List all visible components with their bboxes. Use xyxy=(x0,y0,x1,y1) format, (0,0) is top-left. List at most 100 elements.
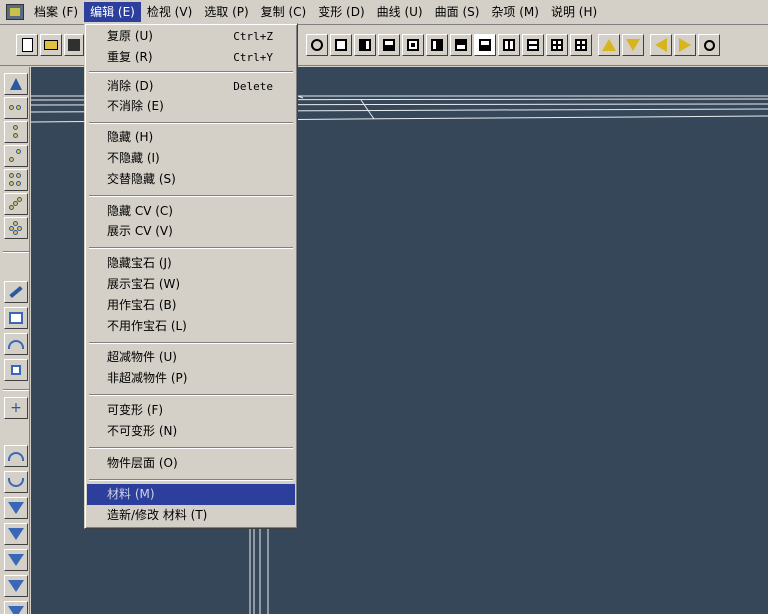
menu-separator xyxy=(89,447,293,449)
select-objects-icon[interactable] xyxy=(4,97,28,119)
menu-separator xyxy=(89,195,293,197)
menu-separator xyxy=(89,247,293,249)
select-arrow-icon[interactable] xyxy=(4,73,28,95)
menu-item-non-subtract-object[interactable]: 非超减物件 (P) xyxy=(87,368,295,389)
menu-view[interactable]: 检视 (V) xyxy=(141,2,198,22)
menu-item-material[interactable]: 材料 (M) xyxy=(87,484,295,505)
menu-item-label: 隐藏 CV (C) xyxy=(107,204,173,218)
menu-item-not-gem[interactable]: 不用作宝石 (L) xyxy=(87,316,295,337)
view-right-icon[interactable] xyxy=(426,34,448,56)
shortcut-text: Delete xyxy=(233,80,273,93)
menu-separator xyxy=(89,122,293,124)
menu-item-delete[interactable]: 消除 (D) Delete xyxy=(87,76,295,97)
menu-item-label: 非超减物件 (P) xyxy=(107,371,188,385)
save-icon[interactable] xyxy=(64,34,84,56)
select-cv-icon[interactable] xyxy=(4,145,28,167)
add-point-icon[interactable]: + xyxy=(4,397,28,419)
menu-item-label: 材料 (M) xyxy=(107,487,155,501)
view-quad-bold-icon[interactable] xyxy=(570,34,592,56)
menu-item-label: 物件层面 (O) xyxy=(107,456,178,470)
menu-item-label: 超减物件 (U) xyxy=(107,350,177,364)
menu-item-label: 重复 (R) xyxy=(107,50,153,64)
menu-item-toggle-hide[interactable]: 交替隐藏 (S) xyxy=(87,169,295,190)
arrow-left-icon[interactable] xyxy=(650,34,672,56)
toolbar-separator xyxy=(3,389,29,391)
menu-item-hide-cv[interactable]: 隐藏 CV (C) xyxy=(87,201,295,222)
select-points-icon[interactable] xyxy=(4,121,28,143)
menu-misc[interactable]: 杂项 (M) xyxy=(485,2,545,22)
pencil-icon[interactable] xyxy=(4,281,28,303)
menu-item-label: 不隐藏 (I) xyxy=(107,151,160,165)
menu-item-undo[interactable]: 复原 (U) Ctrl+Z xyxy=(87,26,295,47)
menu-item-hide-gems[interactable]: 隐藏宝石 (J) xyxy=(87,253,295,274)
menu-item-label: 可变形 (F) xyxy=(107,403,164,417)
triangle-outline-icon[interactable] xyxy=(4,497,28,519)
menu-item-hide[interactable]: 隐藏 (H) xyxy=(87,127,295,148)
menu-separator xyxy=(89,342,293,344)
menu-item-deformable[interactable]: 可变形 (F) xyxy=(87,400,295,421)
menu-item-label: 消除 (D) xyxy=(107,79,154,93)
menu-item-label: 展示 CV (V) xyxy=(107,224,173,238)
menu-item-label: 隐藏 (H) xyxy=(107,130,154,144)
view-top-icon[interactable] xyxy=(450,34,472,56)
menu-item-undelete[interactable]: 不消除 (E) xyxy=(87,96,295,117)
menu-select[interactable]: 选取 (P) xyxy=(198,2,254,22)
arrow-up-icon[interactable] xyxy=(598,34,620,56)
select-group-icon[interactable] xyxy=(4,169,28,191)
layers-icon[interactable] xyxy=(4,359,28,381)
menu-item-label: 不可变形 (N) xyxy=(107,424,178,438)
menu-item-label: 用作宝石 (B) xyxy=(107,298,177,312)
menu-edit[interactable]: 编辑 (E) xyxy=(84,2,141,22)
menu-item-subtract-object[interactable]: 超减物件 (U) xyxy=(87,347,295,368)
view-single-icon[interactable] xyxy=(330,34,352,56)
menu-item-show-cv[interactable]: 展示 CV (V) xyxy=(87,221,295,242)
view-hsplit-icon[interactable] xyxy=(522,34,544,56)
menu-item-non-deformable[interactable]: 不可变形 (N) xyxy=(87,421,295,442)
dome-icon[interactable] xyxy=(4,333,28,355)
menu-item-label: 不用作宝石 (L) xyxy=(107,319,187,333)
menu-item-label: 造新/修改 材料 (T) xyxy=(107,508,208,522)
select-ring-icon[interactable] xyxy=(4,217,28,239)
arrow-down-icon[interactable] xyxy=(622,34,644,56)
triangle-cut-icon[interactable] xyxy=(4,601,28,614)
edit-menu-dropdown: 复原 (U) Ctrl+Z 重复 (R) Ctrl+Y 消除 (D) Delete 不… xyxy=(84,23,298,529)
menu-file[interactable]: 档案 (F) xyxy=(28,2,84,22)
triangle-solid-icon[interactable] xyxy=(4,523,28,545)
menu-item-new-edit-material[interactable]: 造新/修改 材料 (T) xyxy=(87,505,295,526)
arc-down-icon[interactable] xyxy=(4,471,28,493)
menu-surface[interactable]: 曲面 (S) xyxy=(429,2,486,22)
select-chain-icon[interactable] xyxy=(4,193,28,215)
menu-help[interactable]: 说明 (H) xyxy=(545,2,603,22)
menu-item-label: 复原 (U) xyxy=(107,29,153,43)
frame-icon[interactable] xyxy=(4,307,28,329)
menu-item-redo[interactable]: 重复 (R) Ctrl+Y xyxy=(87,47,295,68)
menu-copy[interactable]: 复制 (C) xyxy=(255,2,313,22)
view-bottom-icon[interactable] xyxy=(378,34,400,56)
menu-item-unhide[interactable]: 不隐藏 (I) xyxy=(87,148,295,169)
arc-up-icon[interactable] xyxy=(4,445,28,467)
left-toolbar: + xyxy=(0,67,30,614)
view-left-icon[interactable] xyxy=(354,34,376,56)
menu-transform[interactable]: 变形 (D) xyxy=(312,2,370,22)
shortcut-text: Ctrl+Z xyxy=(233,30,273,43)
menu-item-object-layer[interactable]: 物件层面 (O) xyxy=(87,453,295,474)
shortcut-text: Ctrl+Y xyxy=(233,51,273,64)
arrow-right-icon[interactable] xyxy=(674,34,696,56)
snap-icon[interactable] xyxy=(306,34,328,56)
app-icon xyxy=(6,4,24,20)
menu-bar: 档案 (F) 编辑 (E) 检视 (V) 选取 (P) 复制 (C) 变形 (D… xyxy=(0,0,768,25)
new-file-icon[interactable] xyxy=(16,34,38,56)
menu-item-use-as-gem[interactable]: 用作宝石 (B) xyxy=(87,295,295,316)
view-quad-icon[interactable] xyxy=(546,34,568,56)
menu-item-label: 展示宝石 (W) xyxy=(107,277,181,291)
menu-curve[interactable]: 曲线 (U) xyxy=(371,2,429,22)
view-vsplit-icon[interactable] xyxy=(498,34,520,56)
zoom-icon[interactable] xyxy=(698,34,720,56)
menu-separator xyxy=(89,394,293,396)
menu-item-show-gems[interactable]: 展示宝石 (W) xyxy=(87,274,295,295)
view-center-icon[interactable] xyxy=(402,34,424,56)
triangle-outline-icon-2[interactable] xyxy=(4,549,28,571)
open-folder-icon[interactable] xyxy=(40,34,62,56)
view-active-icon[interactable] xyxy=(474,34,496,56)
triangle-solid-icon-2[interactable] xyxy=(4,575,28,597)
